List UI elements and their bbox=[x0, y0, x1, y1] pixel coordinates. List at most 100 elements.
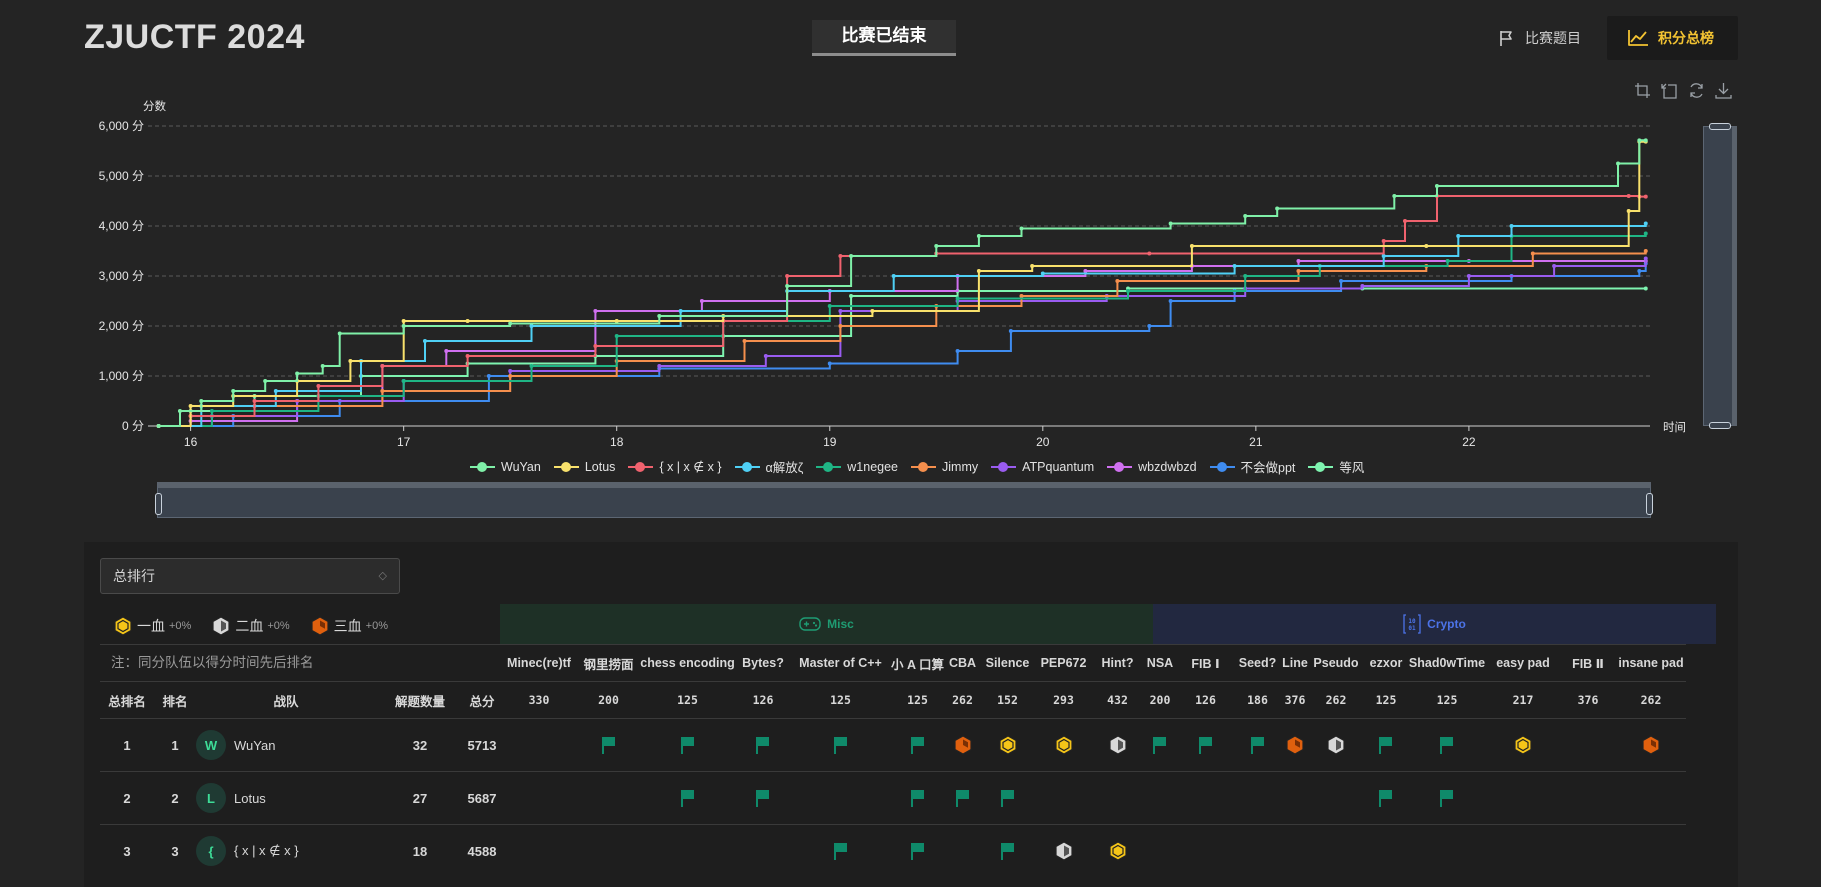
solve-cell[interactable] bbox=[891, 824, 944, 878]
team-name[interactable]: Lotus bbox=[234, 791, 266, 806]
data-point bbox=[849, 254, 854, 258]
solve-cell[interactable] bbox=[1282, 718, 1308, 772]
data-point bbox=[838, 309, 843, 313]
solve-cell[interactable] bbox=[578, 718, 639, 772]
solve-cell[interactable] bbox=[1178, 718, 1233, 772]
ranking-select[interactable]: 总排行 ◇ bbox=[100, 558, 400, 594]
challenge-header[interactable]: Hint? bbox=[1093, 644, 1142, 682]
legend-item[interactable]: ATPquantum bbox=[991, 457, 1094, 476]
challenge-header[interactable]: easy pad bbox=[1486, 644, 1560, 682]
challenge-score: 262 bbox=[1616, 681, 1686, 719]
data-point bbox=[444, 349, 449, 353]
solve-cell[interactable] bbox=[639, 771, 736, 825]
challenge-header[interactable]: Line bbox=[1282, 644, 1308, 682]
solve-cell[interactable] bbox=[981, 718, 1034, 772]
challenge-header[interactable]: insane pad bbox=[1616, 644, 1686, 682]
solve-cell[interactable] bbox=[981, 771, 1034, 825]
data-point bbox=[849, 294, 854, 298]
team-cell[interactable]: L Lotus bbox=[196, 771, 376, 825]
solve-cell[interactable] bbox=[1364, 718, 1408, 772]
category-crypto[interactable]: 10 01 Crypto bbox=[1153, 604, 1716, 644]
col-score[interactable]: 总分 bbox=[464, 681, 500, 719]
data-point bbox=[177, 409, 182, 413]
challenge-header[interactable]: Seed? bbox=[1233, 644, 1282, 682]
legend-item[interactable]: w1negee bbox=[816, 457, 898, 476]
solve-cell[interactable] bbox=[1408, 718, 1486, 772]
score-range-slider[interactable] bbox=[1703, 123, 1737, 429]
solve-cell[interactable] bbox=[1616, 718, 1686, 772]
solve-cell[interactable] bbox=[944, 771, 981, 825]
legend-item[interactable]: WuYan bbox=[470, 457, 541, 476]
col-solves[interactable]: 解题数量 bbox=[376, 681, 464, 719]
slider-handle-start[interactable] bbox=[155, 493, 162, 515]
slider-handle-top[interactable] bbox=[1709, 123, 1731, 130]
solve-cell[interactable] bbox=[944, 718, 981, 772]
solve-cell[interactable] bbox=[1093, 718, 1142, 772]
data-point bbox=[1083, 269, 1088, 273]
challenge-header[interactable]: Bytes? bbox=[736, 644, 790, 682]
solve-cell[interactable] bbox=[1408, 771, 1486, 825]
legend-item[interactable]: α解放ζ bbox=[734, 457, 803, 476]
solve-cell[interactable] bbox=[1233, 718, 1282, 772]
solve-cell[interactable] bbox=[981, 824, 1034, 878]
solve-cell[interactable] bbox=[1142, 718, 1178, 772]
challenge-header[interactable]: 钢里捞面 bbox=[578, 644, 639, 682]
legend-item[interactable]: Jimmy bbox=[911, 457, 978, 476]
challenge-header[interactable]: NSA bbox=[1142, 644, 1178, 682]
solve-cell[interactable] bbox=[639, 718, 736, 772]
category-misc[interactable]: Misc bbox=[500, 604, 1153, 644]
second-blood-icon bbox=[1108, 735, 1127, 755]
challenge-header[interactable]: FIB Ⅱ bbox=[1560, 644, 1616, 682]
challenge-header[interactable]: ezxor bbox=[1364, 644, 1408, 682]
legend-item[interactable]: Lotus bbox=[553, 457, 615, 476]
solve-cell[interactable] bbox=[1034, 824, 1093, 878]
solve-cell[interactable] bbox=[736, 718, 790, 772]
challenge-header[interactable]: Shad0wTime bbox=[1408, 644, 1486, 682]
challenge-header[interactable]: Minec(re)tf bbox=[500, 644, 578, 682]
col-team[interactable]: 战队 bbox=[196, 681, 376, 719]
col-total-rank[interactable]: 总排名 bbox=[100, 681, 154, 719]
solve-cell[interactable] bbox=[1093, 824, 1142, 878]
legend-item[interactable]: wbzdwbzd bbox=[1107, 457, 1197, 476]
rank-cell: 3 bbox=[154, 824, 196, 878]
solve-cell bbox=[1308, 771, 1364, 825]
team-row[interactable]: 2 2 L Lotus 27 5687 bbox=[100, 771, 1686, 825]
legend-item[interactable]: { x | x ∉ x } bbox=[628, 457, 722, 476]
legend-item[interactable]: 等风 bbox=[1308, 457, 1364, 476]
solve-cell[interactable] bbox=[891, 771, 944, 825]
challenge-header[interactable]: 小 A 口算 bbox=[891, 644, 944, 682]
solve-cell bbox=[1560, 824, 1616, 878]
challenge-header[interactable]: Master of C++ bbox=[790, 644, 891, 682]
challenge-header[interactable]: CBA bbox=[944, 644, 981, 682]
solves-cell: 32 bbox=[376, 718, 464, 772]
solve-cell[interactable] bbox=[891, 718, 944, 772]
third-blood-pct: +0% bbox=[365, 620, 388, 632]
slider-handle-end[interactable] bbox=[1646, 493, 1653, 515]
team-cell[interactable]: W WuYan bbox=[196, 718, 376, 772]
team-row[interactable]: 3 3{{ x | x ∉ x } 18 4588 bbox=[100, 824, 1686, 878]
solve-cell[interactable] bbox=[736, 771, 790, 825]
data-point bbox=[188, 404, 193, 408]
team-name[interactable]: { x | x ∉ x } bbox=[234, 843, 299, 859]
solve-cell[interactable] bbox=[790, 824, 891, 878]
time-range-slider[interactable] bbox=[155, 482, 1653, 518]
challenge-header[interactable]: PEP672 bbox=[1034, 644, 1093, 682]
team-cell[interactable]: {{ x | x ∉ x } bbox=[196, 824, 376, 878]
challenge-header[interactable]: FIB Ⅰ bbox=[1178, 644, 1233, 682]
solved-flag-icon bbox=[601, 737, 615, 754]
solve-cell[interactable] bbox=[1364, 771, 1408, 825]
team-row[interactable]: 1 1 W WuYan 32 5713 bbox=[100, 718, 1686, 772]
challenge-header[interactable]: chess encoding bbox=[639, 644, 736, 682]
solve-cell[interactable] bbox=[1034, 718, 1093, 772]
challenge-header[interactable]: Silence bbox=[981, 644, 1034, 682]
solve-cell[interactable] bbox=[790, 718, 891, 772]
solve-cell[interactable] bbox=[1308, 718, 1364, 772]
solve-cell bbox=[1560, 771, 1616, 825]
legend-item[interactable]: 不会做ppt bbox=[1209, 457, 1295, 476]
challenge-header[interactable]: Pseudo bbox=[1308, 644, 1364, 682]
legend-swatch-icon bbox=[1308, 461, 1334, 473]
team-name[interactable]: WuYan bbox=[234, 738, 275, 753]
slider-handle-bottom[interactable] bbox=[1709, 422, 1731, 429]
solve-cell[interactable] bbox=[1486, 718, 1560, 772]
col-rank[interactable]: 排名 bbox=[154, 681, 196, 719]
